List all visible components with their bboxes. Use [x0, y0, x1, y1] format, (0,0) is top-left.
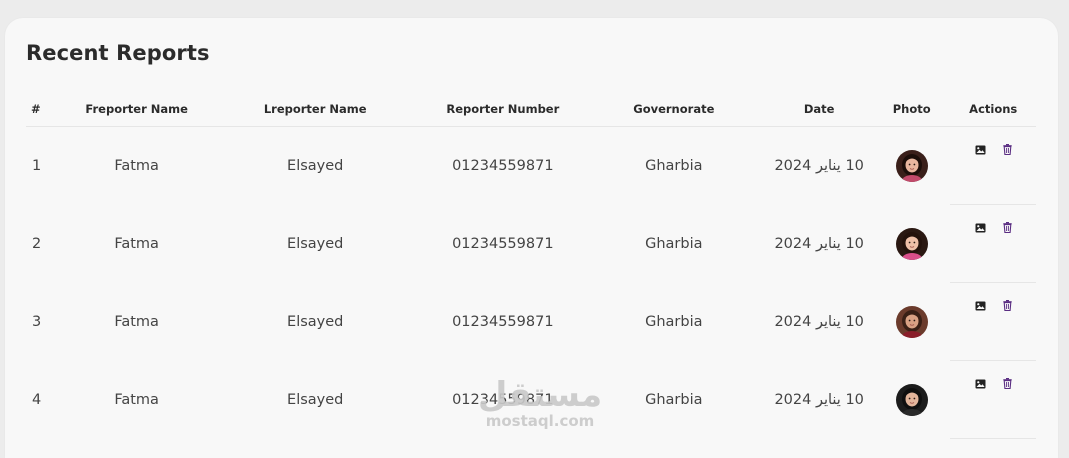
cell-last-name: Elsayed	[287, 391, 344, 408]
cell-governorate: Gharbia	[645, 235, 703, 252]
trash-icon[interactable]	[1002, 221, 1012, 237]
table-row[interactable]: 2 Fatma Elsayed 01234559871 Gharbia 10 ي…	[26, 204, 1036, 283]
watermark-arabic: مستقل	[477, 375, 603, 415]
cell-reporter-number: 01234559871	[452, 157, 554, 174]
avatar-girl-1[interactable]	[895, 149, 928, 182]
avatar-girl-3[interactable]	[895, 305, 928, 338]
recent-reports-card: Recent Reports # Freporter Name Lreporte…	[5, 18, 1058, 458]
watermark-latin: mostaql.com	[485, 412, 595, 430]
trash-icon[interactable]	[1002, 299, 1012, 315]
header-last-name[interactable]: Lreporter Name	[207, 95, 424, 127]
table-row[interactable]: 3 Fatma Elsayed 01234559871 Gharbia 10 ي…	[26, 282, 1036, 361]
cell-actions	[950, 360, 1036, 439]
table-row[interactable]: 1 Fatma Elsayed 01234559871 Gharbia 10 ي…	[26, 126, 1036, 205]
header-governorate[interactable]: Governorate	[582, 95, 766, 127]
cell-date: 10 يناير 2024	[774, 391, 864, 408]
cell-first-name: Fatma	[114, 235, 159, 252]
image-icon[interactable]	[975, 377, 986, 393]
cell-reporter-number: 01234559871	[452, 235, 554, 252]
trash-icon[interactable]	[1002, 143, 1012, 159]
cell-last-name: Elsayed	[287, 235, 344, 252]
table-header-row: # Freporter Name Lreporter Name Reporter…	[26, 95, 1036, 127]
cell-first-name: Fatma	[114, 391, 159, 408]
cell-governorate: Gharbia	[645, 313, 703, 330]
image-icon[interactable]	[975, 143, 986, 159]
cell-date: 10 يناير 2024	[774, 157, 864, 174]
cell-actions	[950, 126, 1036, 205]
trash-icon[interactable]	[1002, 377, 1012, 393]
mostaql-watermark: مستقل mostaql.com	[475, 378, 605, 430]
header-date[interactable]: Date	[765, 95, 873, 127]
cell-date: 10 يناير 2024	[774, 235, 864, 252]
image-icon[interactable]	[975, 221, 986, 237]
avatar-girl-4[interactable]	[895, 383, 928, 416]
cell-date: 10 يناير 2024	[774, 313, 864, 330]
cell-actions	[950, 204, 1036, 283]
cell-first-name: Fatma	[114, 313, 159, 330]
cell-num: 3	[32, 313, 42, 330]
image-icon[interactable]	[975, 299, 986, 315]
cell-photo	[873, 361, 950, 439]
cell-photo	[873, 127, 950, 205]
avatar-girl-2[interactable]	[895, 227, 928, 260]
header-photo[interactable]: Photo	[872, 95, 951, 127]
header-first-name[interactable]: Freporter Name	[66, 95, 208, 127]
cell-first-name: Fatma	[114, 157, 159, 174]
cell-photo	[873, 205, 950, 283]
cell-governorate: Gharbia	[645, 157, 703, 174]
cell-photo	[873, 283, 950, 361]
cell-actions	[950, 282, 1036, 361]
cell-governorate: Gharbia	[645, 391, 703, 408]
cell-last-name: Elsayed	[287, 313, 344, 330]
cell-last-name: Elsayed	[287, 157, 344, 174]
cell-num: 1	[32, 157, 42, 174]
header-actions: Actions	[950, 95, 1036, 127]
cell-reporter-number: 01234559871	[452, 313, 554, 330]
cell-num: 4	[32, 391, 42, 408]
card-title: Recent Reports	[26, 41, 210, 65]
header-reporter-number[interactable]: Reporter Number	[423, 95, 583, 127]
cell-num: 2	[32, 235, 42, 252]
header-num[interactable]: #	[26, 95, 67, 127]
